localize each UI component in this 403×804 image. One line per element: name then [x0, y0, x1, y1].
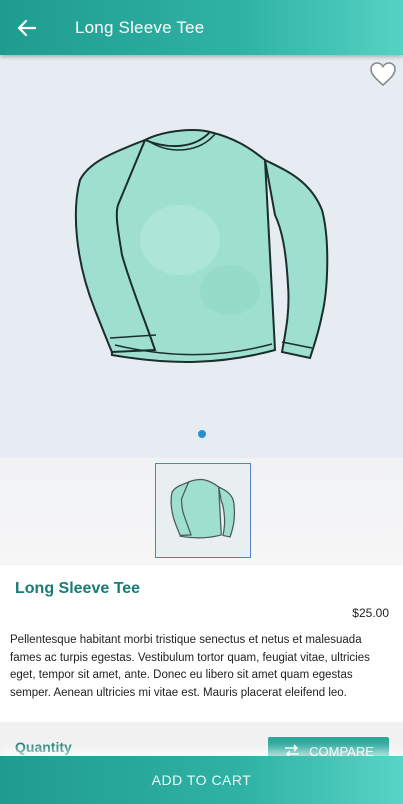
pager-dot-active[interactable] [198, 430, 206, 438]
thumbnail-strip [0, 458, 403, 564]
add-to-cart-button[interactable]: ADD TO CART [0, 756, 403, 804]
thumbnail-item[interactable] [155, 463, 251, 558]
product-name: Long Sleeve Tee [15, 580, 141, 597]
product-info-card: Long Sleeve Tee $25.00 Pellentesque habi… [0, 565, 403, 722]
add-to-cart-label: ADD TO CART [151, 772, 252, 788]
favorite-button[interactable] [369, 61, 397, 87]
heart-outline-icon [370, 62, 396, 87]
product-description: Pellentesque habitant morbi tristique se… [10, 634, 370, 699]
product-image [74, 129, 329, 363]
page-title: Long Sleeve Tee [75, 17, 205, 37]
product-price: $25.00 [352, 606, 389, 620]
product-image-carousel[interactable] [0, 55, 403, 458]
back-button[interactable] [0, 0, 54, 55]
quantity-label: Quantity [15, 739, 72, 755]
arrow-left-icon [17, 19, 37, 36]
product-thumbnail [170, 478, 236, 539]
app-bar: Long Sleeve Tee [0, 0, 403, 55]
